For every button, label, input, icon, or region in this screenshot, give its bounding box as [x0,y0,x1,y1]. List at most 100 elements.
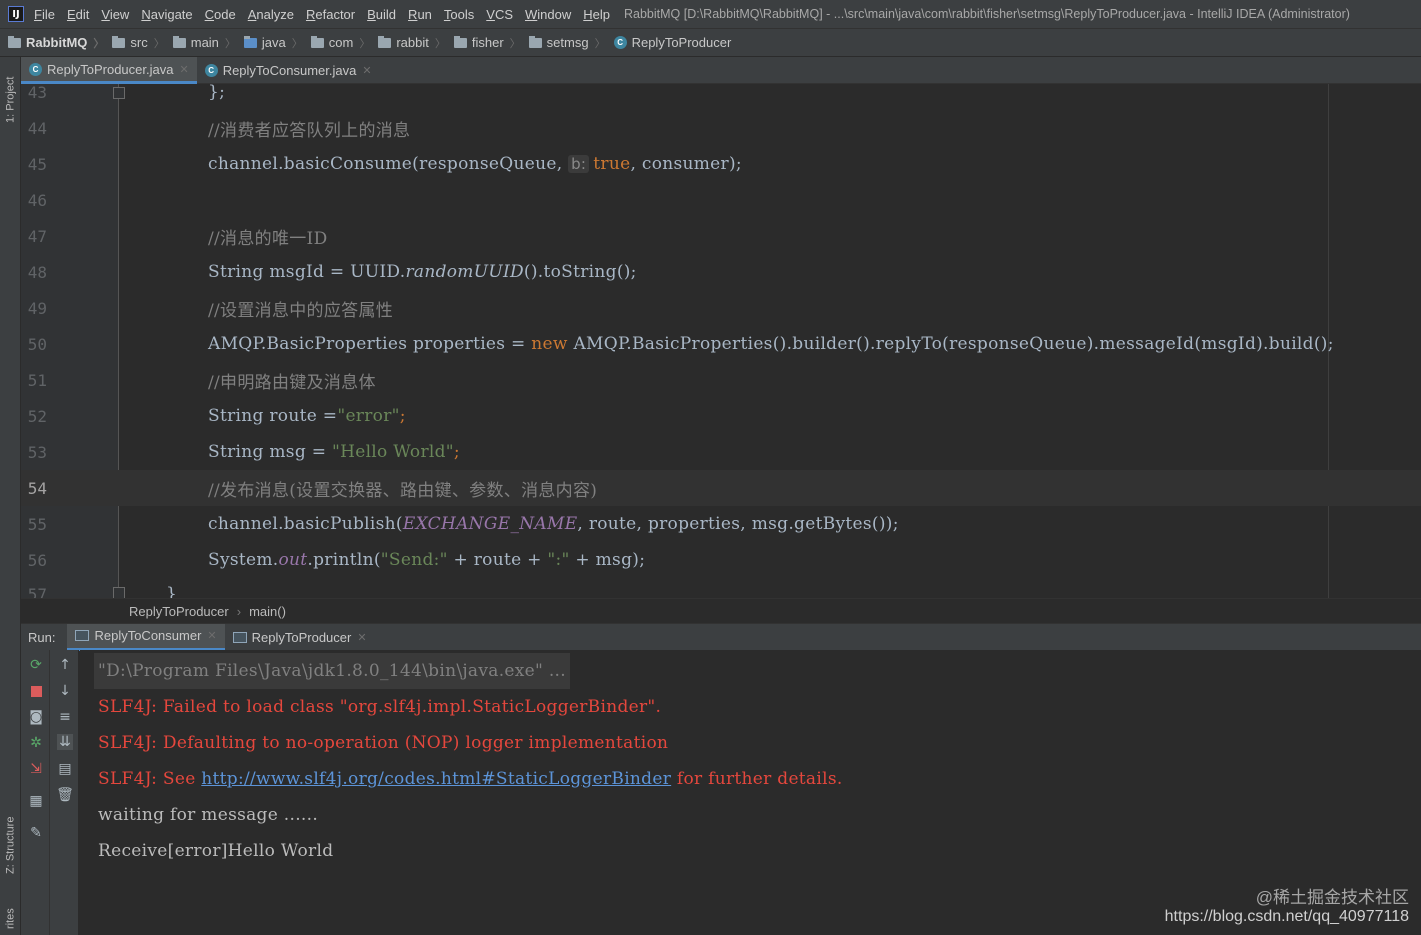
code-line: 49 //设置消息中的应答属性 [21,290,1421,326]
menu-run[interactable]: Run [408,7,432,22]
code-line: 56 System.out.println("Send:" + route + … [21,542,1421,578]
code-line: 52 String route ="error"; [21,398,1421,434]
nav-crumb-project[interactable]: RabbitMQ 〉 [8,35,104,51]
chevron-right-icon: 〉 [359,37,371,50]
tab-reply-to-consumer[interactable]: C ReplyToConsumer.java ✕ [197,57,380,84]
camera-icon[interactable]: ◙ [28,709,44,725]
nav-crumb-java[interactable]: java 〉 [243,35,303,51]
chevron-right-icon: 〉 [153,37,165,50]
menu-tools[interactable]: Tools [444,7,474,22]
project-folder-icon [8,35,21,48]
menu-file[interactable]: File [34,7,55,22]
run-tools-left: ⟳ ◙ ✲ ⇲ ▦ ✎ [21,650,50,935]
project-tool-tab[interactable]: 1: Project [0,65,21,135]
code-line: 44 //消费者应答队列上的消息 [21,110,1421,146]
tab-label: ReplyToProducer.java [47,61,174,77]
menu-navigate[interactable]: Navigate [141,7,192,22]
line-number: 45 [27,154,47,174]
stop-icon[interactable] [28,683,44,699]
line-number: 46 [27,190,47,210]
line-number: 44 [27,118,47,138]
close-icon[interactable]: ✕ [362,64,371,77]
nav-crumb-label: rabbit [396,35,429,50]
console-icon [232,631,247,643]
editor-tab-bar: C ReplyToProducer.java ✕ C ReplyToConsum… [21,57,1421,84]
navigation-bar: RabbitMQ 〉 src 〉 main 〉 java 〉 com 〉 rab… [0,29,1421,57]
code-line: 46 [21,182,1421,218]
code-line: 45 channel.basicConsume(responseQueue, b… [21,146,1421,182]
nav-crumb-rabbit[interactable]: rabbit 〉 [378,35,446,51]
chevron-right-icon: 〉 [291,37,303,50]
chevron-right-icon: 〉 [594,37,606,50]
line-number: 57 [27,584,47,599]
arrow-down-icon[interactable]: ↓ [57,683,73,699]
code-text: } [166,584,178,598]
code-line: 51 //申明路由键及消息体 [21,362,1421,398]
package-icon [378,35,392,48]
console-error-line: SLF4J: Failed to load class "org.slf4j.i… [98,697,662,717]
code-editor[interactable]: 43 }; 44 //消费者应答队列上的消息 45 channel.basicC… [21,84,1421,598]
console-output-line: Receive[error]Hello World [98,841,334,861]
breadcrumb-method[interactable]: main() [249,604,286,619]
nav-crumb-class[interactable]: C ReplyToProducer [613,35,731,50]
nav-crumb-fisher[interactable]: fisher 〉 [453,35,521,51]
tab-reply-to-producer[interactable]: C ReplyToProducer.java ✕ [21,57,197,84]
line-number: 43 [27,84,47,102]
run-tools-right: ↑ ↓ ≡ ⇊ ▤ 🗑 [50,650,79,935]
code-text: String msgId = UUID.randomUUID().toStrin… [208,262,637,282]
menu-edit[interactable]: Edit [67,7,89,22]
nav-crumb-label: java [261,35,286,50]
package-icon [310,35,324,48]
layout-icon[interactable]: ▦ [28,793,44,809]
close-icon[interactable]: ✕ [179,63,188,76]
close-icon[interactable]: ✕ [207,629,216,642]
trash-icon[interactable]: 🗑 [56,787,74,803]
menu-analyze[interactable]: Analyze [248,7,294,22]
menu-window[interactable]: Window [525,7,571,22]
structure-tool-tab[interactable]: Z: Structure [0,805,21,885]
code-line: 53 String msg = "Hello World"; [21,434,1421,470]
favorites-tool-tab[interactable]: rites [0,903,21,935]
close-icon[interactable]: ✕ [357,631,366,644]
console-command-line: "D:\Program Files\Java\jdk1.8.0_144\bin\… [94,653,570,689]
menu-code[interactable]: Code [205,7,236,22]
slf4j-link[interactable]: http://www.slf4j.org/codes.html#StaticLo… [201,769,671,789]
menu-view[interactable]: View [101,7,129,22]
line-number: 50 [27,334,47,354]
menu-refactor[interactable]: Refactor [306,7,355,22]
print-icon[interactable]: ▤ [57,761,73,777]
menu-bar: IJ File Edit View Navigate Code Analyze … [0,0,1421,29]
chevron-right-icon: › [236,603,242,619]
scroll-to-end-icon[interactable]: ⇊ [57,734,73,750]
arrow-up-icon[interactable]: ↑ [57,657,73,673]
java-class-icon: C [613,36,627,49]
nav-crumb-label: main [190,35,219,50]
pin-icon[interactable]: ✎ [28,825,44,841]
soft-wrap-icon[interactable]: ≡ [57,709,73,725]
fold-marker-icon[interactable] [113,587,125,598]
menu-help[interactable]: Help [583,7,610,22]
breadcrumb-class[interactable]: ReplyToProducer [129,604,229,619]
code-line: 48 String msgId = UUID.randomUUID().toSt… [21,254,1421,290]
menu-vcs[interactable]: VCS [486,7,513,22]
nav-crumb-com[interactable]: com 〉 [310,35,371,51]
menu-build[interactable]: Build [367,7,396,22]
run-tab-reply-to-producer[interactable]: ReplyToProducer ✕ [225,624,375,651]
package-icon [528,35,542,48]
nav-crumb-src[interactable]: src 〉 [112,35,165,51]
project-tool-tab-label: 1: Project [4,76,17,124]
code-line: 55 channel.basicPublish(EXCHANGE_NAME, r… [21,506,1421,542]
nav-crumb-setmsg[interactable]: setmsg 〉 [528,35,606,51]
rerun-icon[interactable]: ⟳ [28,657,44,673]
intellij-logo-icon: IJ [8,6,24,22]
nav-crumb-main[interactable]: main 〉 [172,35,236,51]
code-text: AMQP.BasicProperties properties = new AM… [208,334,1334,354]
exit-icon[interactable]: ⇲ [28,761,44,777]
fold-marker-icon[interactable] [113,87,125,99]
console-error-line: SLF4J: Defaulting to no-operation (NOP) … [98,733,669,753]
code-comment: //设置消息中的应答属性 [208,300,394,321]
debug-icon[interactable]: ✲ [28,735,44,751]
run-tab-reply-to-consumer[interactable]: ReplyToConsumer ✕ [67,623,225,651]
code-comment: //申明路由键及消息体 [208,372,376,393]
line-number: 53 [27,442,47,462]
